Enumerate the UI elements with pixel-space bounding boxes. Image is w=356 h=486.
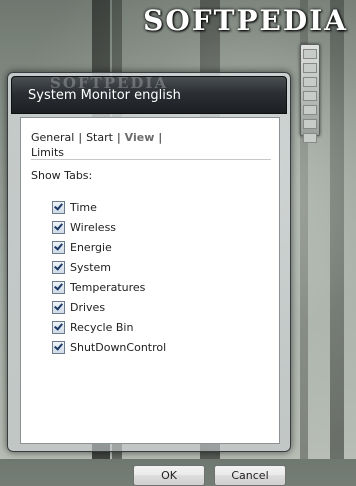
option-shutdowncontrol[interactable]: ShutDownControl [52,337,166,357]
nav-divider [31,159,271,160]
checkbox-drives[interactable] [52,300,65,314]
nav-separator: | [158,131,163,144]
option-wireless[interactable]: Wireless [52,217,166,237]
option-temperatures[interactable]: Temperatures [52,277,166,297]
softpedia-watermark: SOFTPEDIA [143,4,348,37]
checkbox-system[interactable] [52,260,65,274]
option-system[interactable]: System [52,257,166,277]
nav-view[interactable]: View [125,131,155,144]
option-label: Time [70,200,97,214]
option-label: System [70,260,112,274]
option-label: Drives [70,300,106,314]
ok-button[interactable]: OK [133,465,205,486]
cancel-button[interactable]: Cancel [214,465,286,486]
checkbox-temperatures[interactable] [52,280,65,294]
option-drives[interactable]: Drives [52,297,166,317]
option-label: Wireless [70,220,117,234]
dialog-titlebar[interactable]: SOFTPEDIA System Monitor english [11,74,287,114]
option-recycle-bin[interactable]: Recycle Bin [52,317,166,337]
checkbox-energie[interactable] [52,240,65,254]
option-label: ShutDownControl [70,340,167,354]
nav-general[interactable]: General [31,131,74,144]
settings-panel: General | Start | View | Limits Show Tabs: Tim… [20,117,286,486]
option-label: Temperatures [70,280,146,294]
checkbox-wireless[interactable] [52,220,65,234]
nav-start[interactable]: Start [86,131,113,144]
dialog-title: System Monitor english [28,88,181,103]
nav-separator: | [116,131,121,144]
nav-separator: | [78,131,83,144]
sidebar-gadget[interactable] [300,44,320,143]
tab-options-list: Time Wireless Energie System Temperature… [52,197,166,357]
show-tabs-label: Show Tabs: [31,169,93,182]
option-label: Energie [70,240,112,254]
checkbox-shutdowncontrol[interactable] [52,340,65,354]
nav-limits[interactable]: Limits [31,146,64,159]
option-label: Recycle Bin [70,320,134,334]
settings-nav: General | Start | View | Limits [31,130,271,160]
checkbox-recycle-bin[interactable] [52,320,65,334]
settings-dialog: SOFTPEDIA System Monitor english General… [7,72,291,486]
option-time[interactable]: Time [52,197,166,217]
checkbox-time[interactable] [52,200,65,214]
option-energie[interactable]: Energie [52,237,166,257]
